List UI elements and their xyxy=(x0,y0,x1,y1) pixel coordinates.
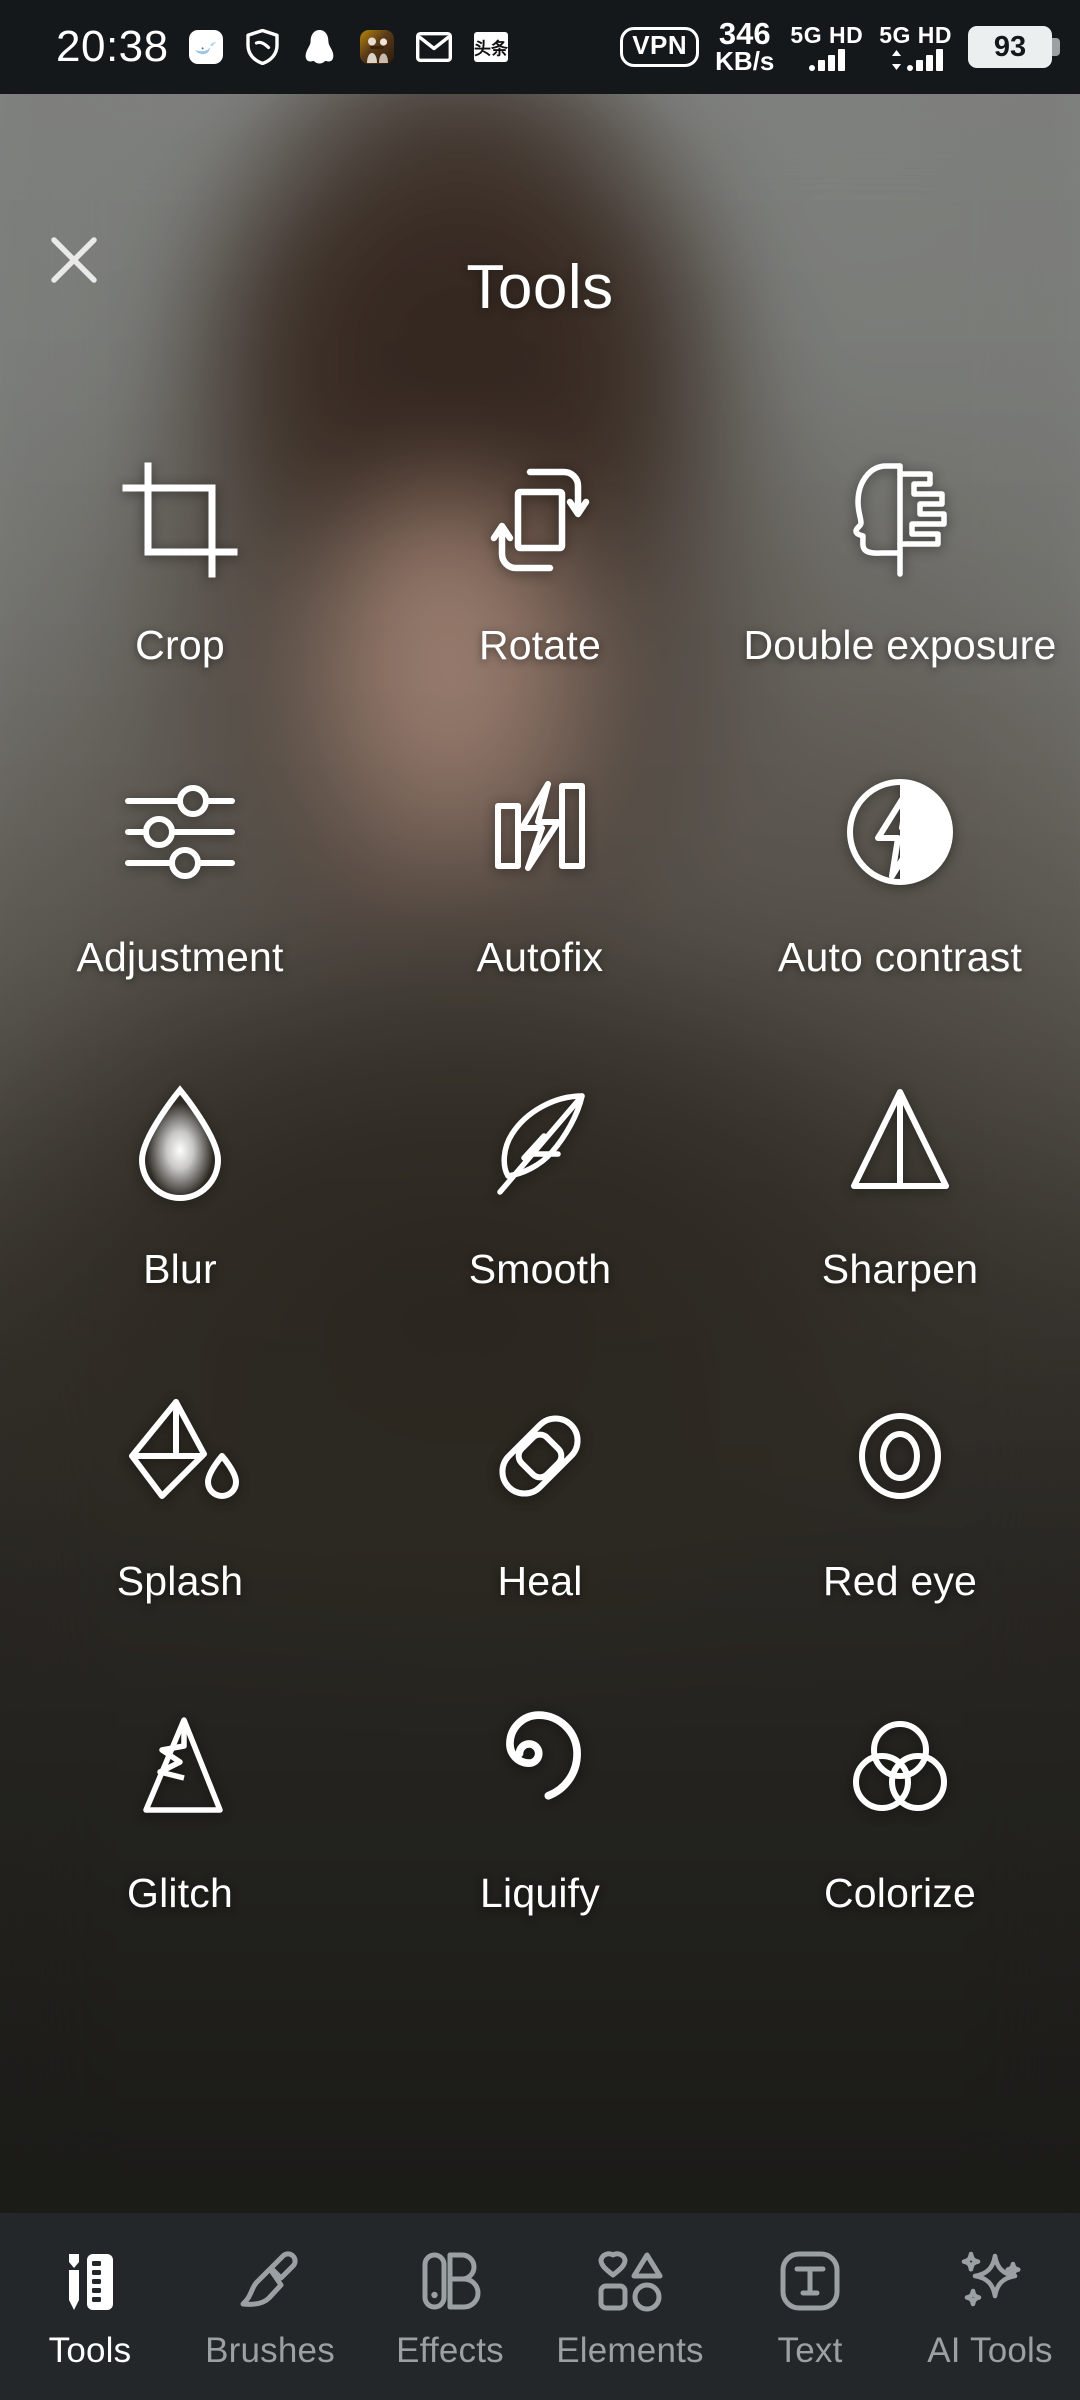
tool-item-glitch[interactable]: Glitch xyxy=(0,1676,360,1988)
sim1-network-label: 5G HD xyxy=(790,21,864,48)
auto-contrast-circle-bolt-icon xyxy=(832,764,968,900)
sim2-signal-indicator: 5G HD xyxy=(879,21,952,71)
tool-item-sharpen[interactable]: Sharpen xyxy=(720,1052,1080,1364)
tool-label: Smooth xyxy=(468,1246,612,1292)
nav-item-text[interactable]: Text xyxy=(720,2213,900,2400)
mail-envelope-icon xyxy=(414,27,454,67)
tool-item-blur[interactable]: Blur xyxy=(0,1052,360,1364)
network-speed-indicator: 346 KB/s xyxy=(715,16,775,77)
sim1-signal-bars xyxy=(808,48,845,71)
vpn-badge: VPN xyxy=(620,27,700,67)
effects-icon xyxy=(411,2245,489,2317)
tool-item-crop[interactable]: Crop xyxy=(0,428,360,740)
tool-item-heal[interactable]: Heal xyxy=(360,1364,720,1676)
network-speed-unit: KB/s xyxy=(715,46,775,77)
splash-paint-bucket-icon xyxy=(112,1388,248,1524)
tool-label: Auto contrast xyxy=(777,934,1023,980)
tool-label: Red eye xyxy=(822,1558,978,1604)
nav-item-elements[interactable]: Elements xyxy=(540,2213,720,2400)
tool-label: Crop xyxy=(135,622,225,668)
sparkles-icon xyxy=(951,2245,1029,2317)
paintbrush-icon xyxy=(231,2245,309,2317)
svg-text:头条: 头条 xyxy=(474,39,508,60)
nav-item-ai-tools[interactable]: AI Tools xyxy=(900,2213,1080,2400)
tool-item-autofix[interactable]: Autofix xyxy=(360,740,720,1052)
nav-label: Effects xyxy=(396,2331,504,2370)
tool-label: Adjustment xyxy=(76,934,284,980)
nav-item-brushes[interactable]: Brushes xyxy=(180,2213,360,2400)
blur-droplet-icon xyxy=(112,1076,248,1212)
app-screen: 20:38 头条 VPN 346 KB/s 5G HD 5G HD 93 Too… xyxy=(0,0,1080,2400)
battery-percent-label: 93 xyxy=(993,30,1027,63)
tools-grid: Crop Rotate Double exposure Adjustment A… xyxy=(0,428,1080,1988)
rotate-icon xyxy=(472,452,608,588)
tool-label: Blur xyxy=(143,1246,217,1292)
tool-item-rotate[interactable]: Rotate xyxy=(360,428,720,740)
sim1-signal-indicator: 5G HD xyxy=(790,21,864,71)
red-eye-icon xyxy=(832,1388,968,1524)
status-bar-clock: 20:38 xyxy=(56,22,169,71)
nav-label: Text xyxy=(777,2331,843,2370)
colorize-circles-icon xyxy=(832,1700,968,1836)
liquify-spiral-icon xyxy=(472,1700,608,1836)
tool-item-red-eye[interactable]: Red eye xyxy=(720,1364,1080,1676)
tool-label: Autofix xyxy=(476,934,604,980)
double-exposure-head-icon xyxy=(832,452,968,588)
tool-label: Sharpen xyxy=(821,1246,979,1292)
nav-label: Elements xyxy=(556,2331,704,2370)
tool-label: Colorize xyxy=(824,1870,976,1916)
tool-label: Double exposure xyxy=(743,622,1057,668)
autofix-bars-bolt-icon xyxy=(472,764,608,900)
text-t-icon xyxy=(771,2245,849,2317)
glitch-triangle-icon xyxy=(112,1700,248,1836)
bottom-navigation-bar: Tools Brushes Effects Elements Text AI T… xyxy=(0,2213,1080,2400)
nav-label: AI Tools xyxy=(927,2331,1053,2370)
tool-label: Glitch xyxy=(126,1870,233,1916)
nav-label: Tools xyxy=(48,2331,132,2370)
nav-item-tools[interactable]: Tools xyxy=(0,2213,180,2400)
tool-item-splash[interactable]: Splash xyxy=(0,1364,360,1676)
tool-item-auto-contrast[interactable]: Auto contrast xyxy=(720,740,1080,1052)
tool-item-colorize[interactable]: Colorize xyxy=(720,1676,1080,1988)
tool-label: Heal xyxy=(497,1558,583,1604)
sim2-network-label: 5G HD xyxy=(879,21,952,48)
tool-item-liquify[interactable]: Liquify xyxy=(360,1676,720,1988)
tools-panel: Tools Crop Rotate Double exposure Adjust… xyxy=(0,94,1080,2213)
tool-item-smooth[interactable]: Smooth xyxy=(360,1052,720,1364)
toutiao-app-icon: 头条 xyxy=(471,27,511,67)
status-bar: 20:38 头条 VPN 346 KB/s 5G HD 5G HD 93 xyxy=(0,0,1080,94)
data-transfer-arrows-icon xyxy=(891,49,901,70)
tool-label: Splash xyxy=(116,1558,244,1604)
tool-label: Liquify xyxy=(480,1870,600,1916)
nav-label: Brushes xyxy=(205,2331,335,2370)
nav-item-effects[interactable]: Effects xyxy=(360,2213,540,2400)
tool-item-adjustment[interactable]: Adjustment xyxy=(0,740,360,1052)
shield-security-icon xyxy=(243,27,283,67)
whale-app-icon xyxy=(186,27,226,67)
heal-bandage-icon xyxy=(472,1388,608,1524)
pen-ruler-icon xyxy=(51,2245,129,2317)
shapes-icon xyxy=(591,2245,669,2317)
tool-label: Rotate xyxy=(479,622,601,668)
sharpen-triangle-icon xyxy=(832,1076,968,1212)
qq-penguin-icon xyxy=(300,27,340,67)
sliders-icon xyxy=(112,764,248,900)
smooth-feather-icon xyxy=(472,1076,608,1212)
tool-item-double-exposure[interactable]: Double exposure xyxy=(720,428,1080,740)
crop-icon xyxy=(112,452,248,588)
game-app-icon xyxy=(357,27,397,67)
sim2-signal-bars xyxy=(906,48,943,71)
network-speed-value: 346 xyxy=(718,16,771,52)
page-title: Tools xyxy=(466,253,614,322)
battery-indicator: 93 xyxy=(968,26,1060,68)
